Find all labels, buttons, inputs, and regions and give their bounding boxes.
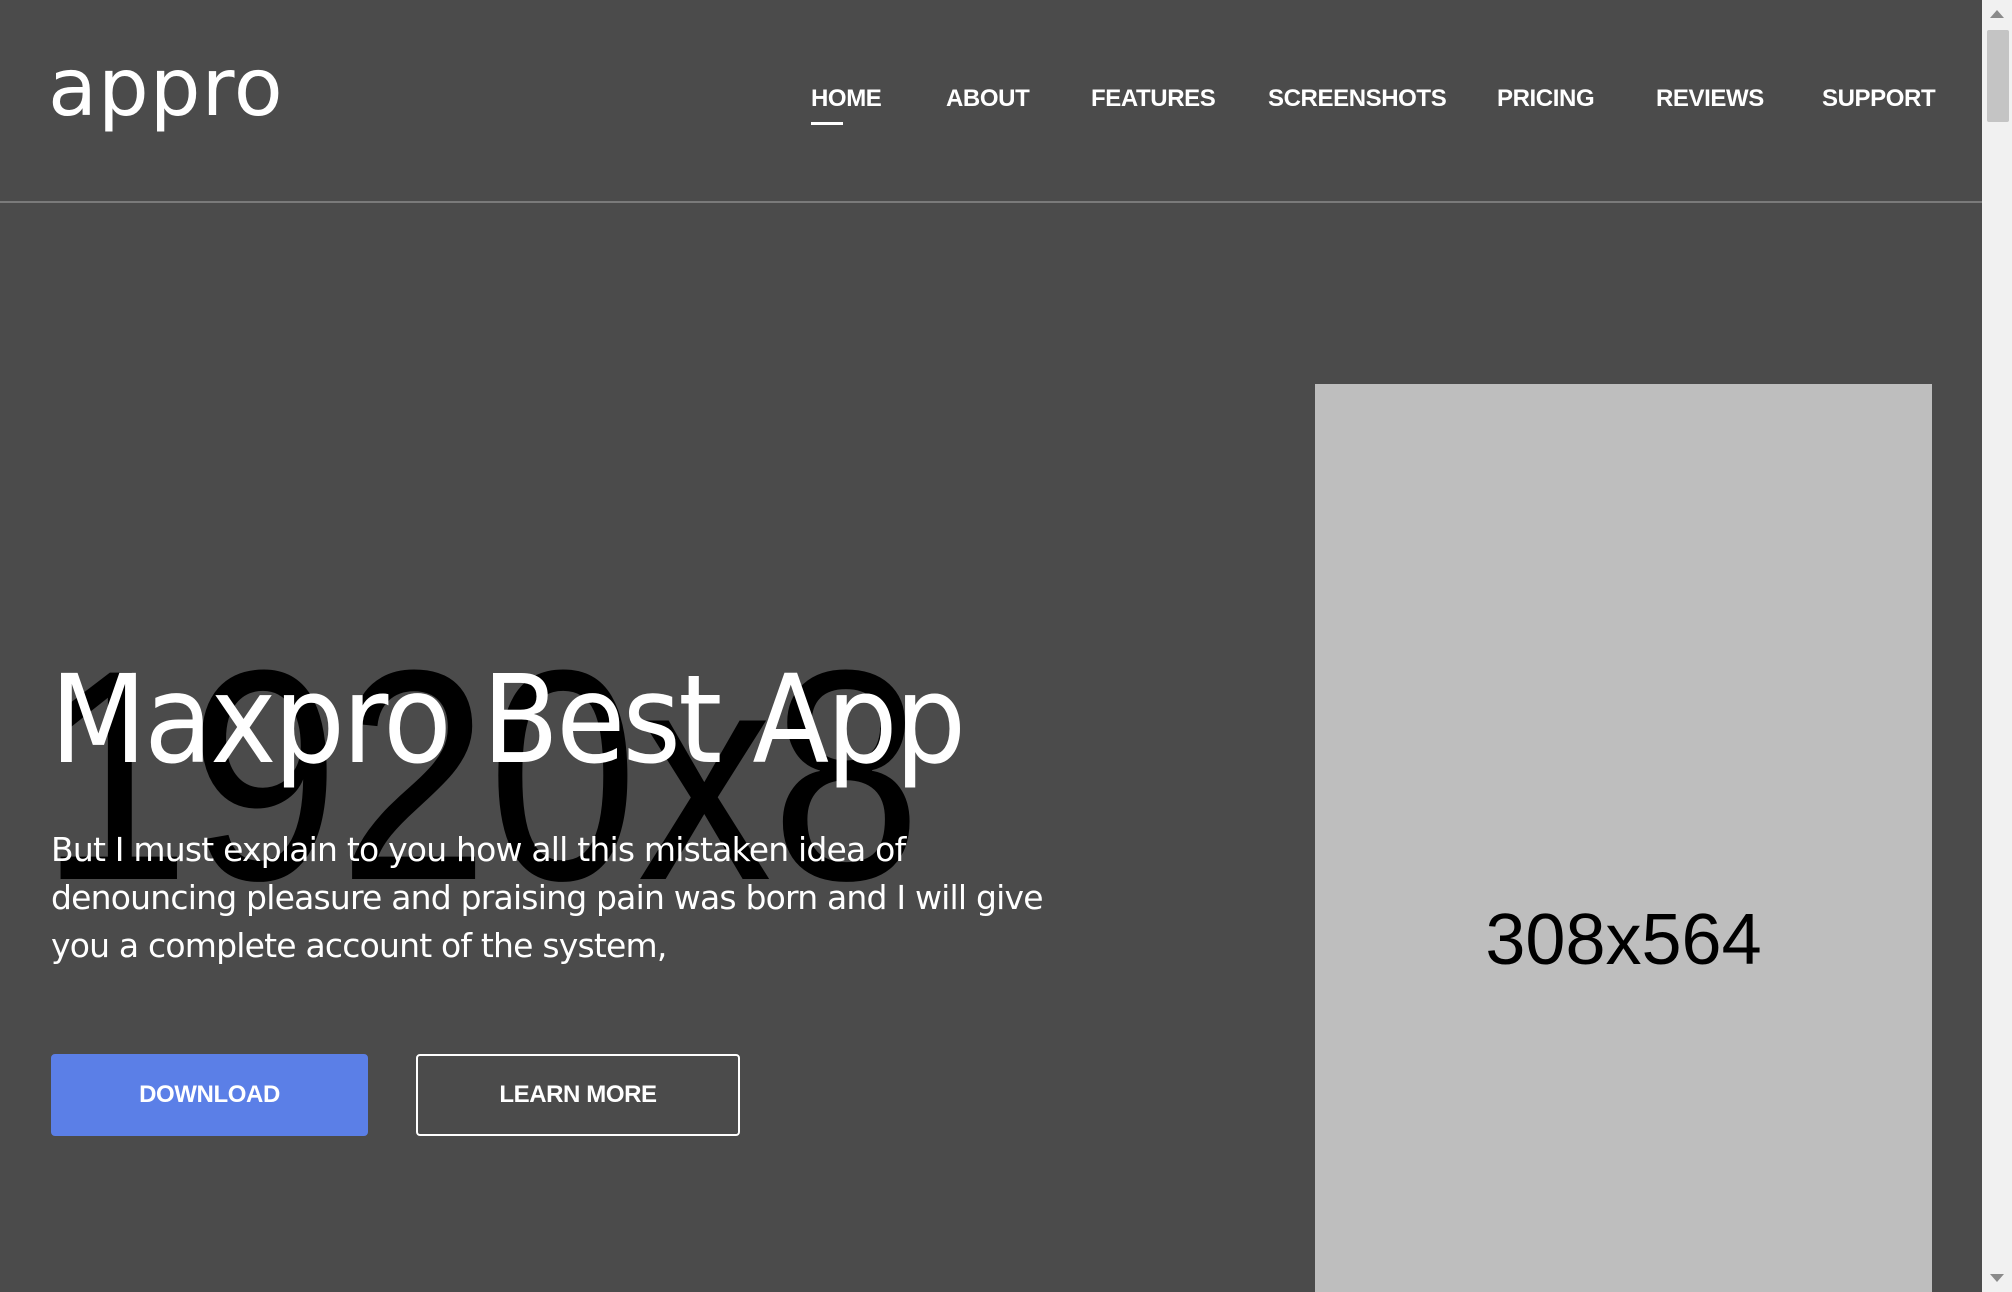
nav-item-features[interactable]: FEATURES [1091,84,1216,114]
nav-item-home[interactable]: HOME [811,84,882,125]
nav-item-screenshots[interactable]: SCREENSHOTS [1268,84,1447,114]
learn-more-button[interactable]: LEARN MORE [416,1054,740,1136]
nav-item-about[interactable]: ABOUT [946,84,1030,114]
hero-description: But I must explain to you how all this m… [51,830,1044,965]
hero-title: Maxpro Best App [50,649,966,791]
nav-item-support[interactable]: SUPPORT [1822,84,1936,114]
scroll-down-arrow-icon[interactable] [1990,1274,2004,1282]
scroll-up-arrow-icon[interactable] [1990,10,2004,18]
vertical-scrollbar[interactable] [1982,0,2012,1292]
main-nav: HOME ABOUT FEATURES SCREENSHOTS PRICING … [0,0,1982,200]
site-header: appro HOME ABOUT FEATURES SCREENSHOTS PR… [0,0,1982,203]
phone-placeholder-label: 308x564 [1485,900,1762,980]
page: 1920x8 appro HOME ABOUT FEATURES SCREENS… [0,0,2012,1292]
nav-item-reviews[interactable]: REVIEWS [1656,84,1764,114]
phone-image-placeholder: 308x564 [1315,384,1932,1292]
download-button[interactable]: DOWNLOAD [51,1054,368,1136]
scrollbar-thumb[interactable] [1987,30,2009,122]
nav-item-pricing[interactable]: PRICING [1497,84,1595,114]
